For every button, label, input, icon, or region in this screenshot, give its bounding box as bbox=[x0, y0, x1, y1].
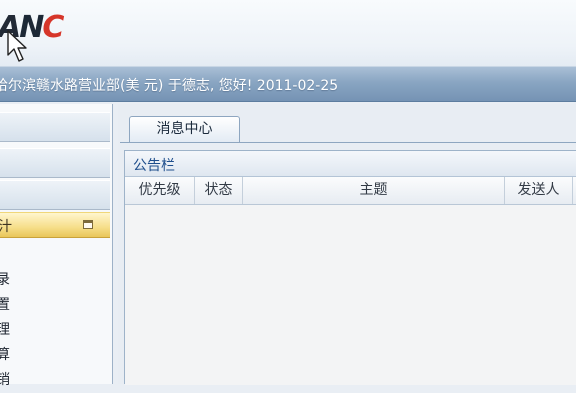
minimize-icon[interactable] bbox=[83, 220, 93, 229]
greeting-text: 哈尔滨赣水路营业部(美 元) 于德志, 您好! 2011-02-25 bbox=[0, 78, 339, 94]
column-header-status[interactable]: 状态 bbox=[195, 177, 243, 204]
greeting-bar: 哈尔滨赣水路营业部(美 元) 于德志, 您好! 2011-02-25 bbox=[0, 66, 576, 102]
sidebar-menu-item[interactable]: 销 bbox=[0, 368, 10, 393]
sidebar-menu-item[interactable]: 录 bbox=[0, 268, 10, 293]
sidebar-menu-item[interactable]: 置 bbox=[0, 293, 10, 318]
sidebar: 汁 录 置 理 算 销 bbox=[0, 104, 113, 388]
bulletin-title: 公告栏 bbox=[133, 158, 175, 174]
sidebar-menu-item[interactable]: 理 bbox=[0, 318, 10, 343]
bulletin-grid-header: 优先级 状态 主题 发送人 bbox=[125, 177, 576, 205]
sidebar-section-header-3[interactable] bbox=[0, 180, 110, 210]
bulletin-grid-body bbox=[125, 205, 576, 385]
tab-message-center[interactable]: 消息中心 bbox=[129, 116, 240, 142]
sidebar-menu-list: 录 置 理 算 销 bbox=[0, 268, 10, 393]
bulletin-panel: 公告栏 优先级 状态 主题 发送人 bbox=[124, 150, 576, 385]
logo-letter-c: C bbox=[42, 9, 64, 45]
bulletin-title-bar: 公告栏 bbox=[125, 151, 576, 177]
tab-strip: 消息中心 bbox=[120, 112, 576, 143]
sidebar-section-header-2[interactable] bbox=[0, 148, 110, 178]
sidebar-section-header-1[interactable] bbox=[0, 112, 110, 142]
main-content: 消息中心 公告栏 优先级 状态 主题 发送人 bbox=[118, 104, 576, 385]
column-header-priority[interactable]: 优先级 bbox=[125, 177, 195, 204]
header-logo-band: A N C bbox=[0, 0, 576, 66]
sidebar-active-panel-label: 汁 bbox=[0, 219, 12, 235]
sidebar-active-panel-header[interactable]: 汁 bbox=[0, 212, 110, 238]
column-header-sender[interactable]: 发送人 bbox=[505, 177, 573, 204]
mouse-pointer-icon bbox=[7, 30, 27, 62]
sidebar-menu-item[interactable]: 算 bbox=[0, 343, 10, 368]
column-header-subject[interactable]: 主题 bbox=[243, 177, 505, 204]
